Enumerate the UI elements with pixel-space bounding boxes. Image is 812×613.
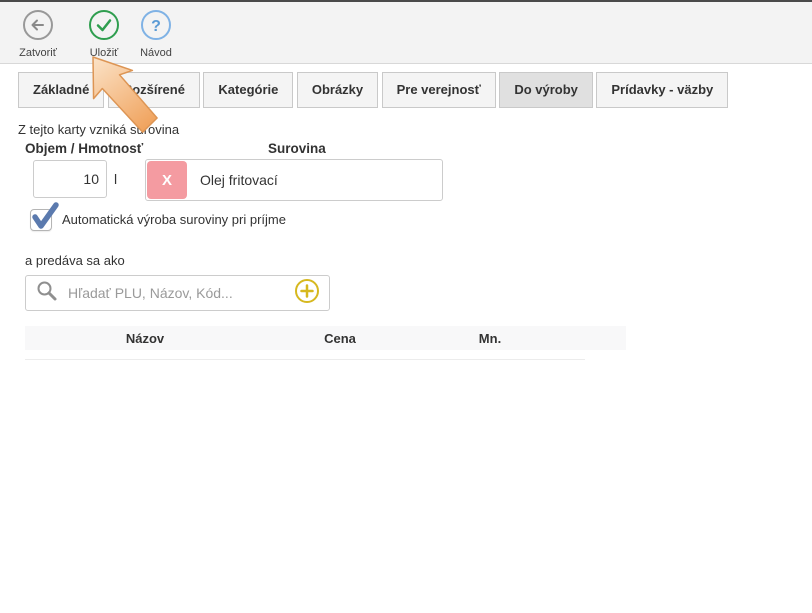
add-plus-icon[interactable] (294, 278, 320, 309)
volume-weight-label: Objem / Hmotnosť (25, 141, 143, 156)
volume-input[interactable] (33, 160, 107, 198)
plu-search-box (25, 275, 330, 311)
checkmark-icon (29, 201, 61, 236)
tab-pridavky-vazby[interactable]: Prídavky - väzby (596, 72, 728, 108)
close-button[interactable]: Zatvoriť (10, 9, 66, 59)
help-button-label: Návod (128, 47, 184, 59)
remove-surovina-button[interactable]: X (147, 161, 187, 199)
save-button[interactable]: Uložiť (76, 9, 132, 59)
question-icon: ? (140, 9, 172, 41)
column-header-mn: Mn. (415, 331, 565, 346)
plu-search-input[interactable] (66, 284, 294, 302)
volume-unit: l (114, 171, 117, 187)
auto-production-label: Automatická výroba suroviny pri príjme (62, 212, 286, 227)
tab-obrazky[interactable]: Obrázky (297, 72, 378, 108)
check-icon (88, 9, 120, 41)
surovina-label: Surovina (268, 141, 326, 156)
close-button-label: Zatvoriť (10, 47, 66, 59)
surovina-field[interactable]: X Olej fritovací (145, 159, 443, 201)
tab-bar: Základné Rozšírené Kategórie Obrázky Pre… (18, 72, 727, 108)
save-button-label: Uložiť (76, 47, 132, 59)
tab-kategorie[interactable]: Kategórie (203, 72, 293, 108)
app-window: Zatvoriť Uložiť ? Návod Základné Rozší (0, 0, 812, 613)
tab-zakladne[interactable]: Základné (18, 72, 104, 108)
results-table: Názov Cena Mn. (25, 326, 626, 360)
column-header-cena: Cena (265, 331, 415, 346)
sells-as-label: a predáva sa ako (25, 253, 125, 268)
auto-production-checkbox[interactable] (30, 209, 52, 231)
help-button[interactable]: ? Návod (128, 9, 184, 59)
surovina-value: Olej fritovací (200, 172, 278, 188)
toolbar: Zatvoriť Uložiť ? Návod (0, 2, 812, 64)
tab-do-vyroby[interactable]: Do výroby (499, 72, 593, 108)
tab-rozsirene[interactable]: Rozšírené (108, 72, 200, 108)
search-icon (36, 280, 58, 307)
table-header-row: Názov Cena Mn. (25, 326, 626, 350)
tab-pre-verejnost[interactable]: Pre verejnosť (382, 72, 496, 108)
table-empty-row (25, 350, 585, 360)
svg-text:?: ? (151, 18, 161, 35)
intro-text: Z tejto karty vzniká surovina (18, 122, 179, 137)
column-header-nazov: Názov (25, 331, 265, 346)
back-arrow-icon (22, 9, 54, 41)
